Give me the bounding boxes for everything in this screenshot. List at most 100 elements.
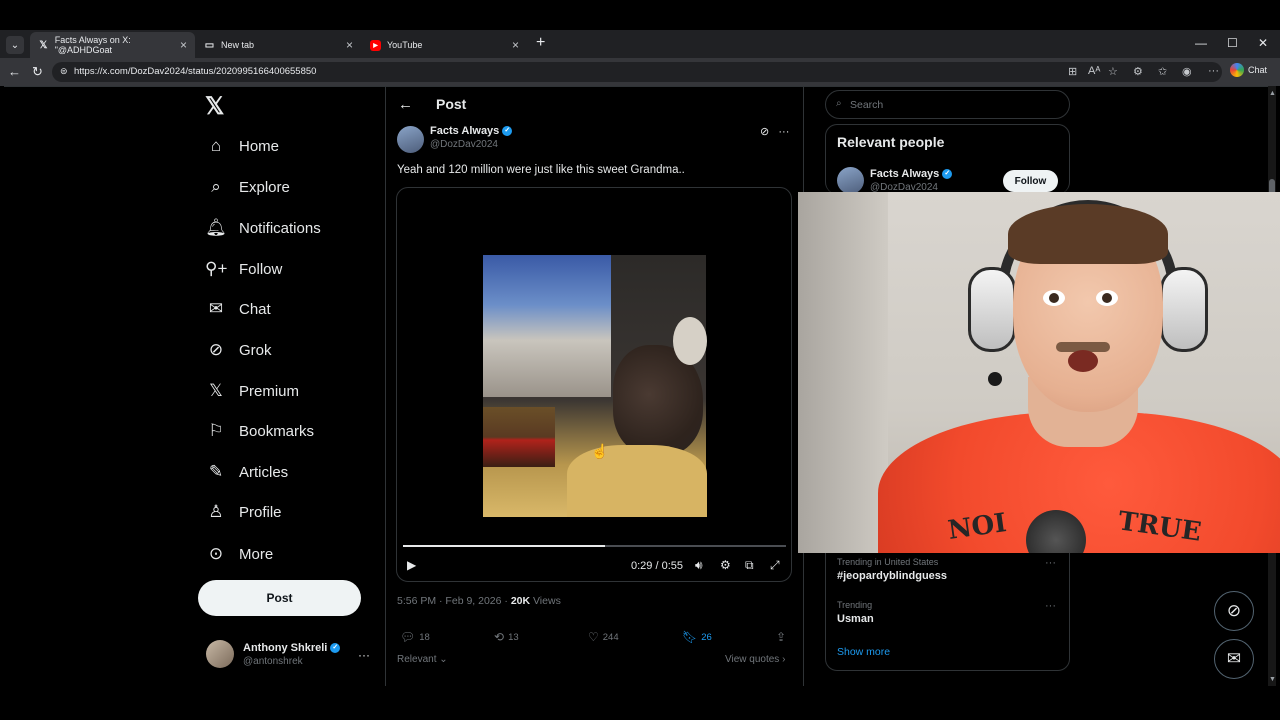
reply-button[interactable]: 💬︎ 18 <box>400 630 430 644</box>
person-name-row[interactable]: Facts Always ✓ <box>870 168 953 180</box>
repost-count: 13 <box>508 631 519 643</box>
close-tab-icon[interactable]: × <box>346 38 353 52</box>
app-available-icon[interactable]: ⊞ <box>1068 65 1077 78</box>
nav-item-bookmarks[interactable]: ⚐ Bookmarks <box>205 417 314 445</box>
trend-topic[interactable]: Usman <box>837 613 874 625</box>
maximize-button[interactable]: ☐ <box>1227 36 1238 50</box>
video-progress-fill <box>403 545 605 547</box>
share-icon: ⇪ <box>776 630 787 644</box>
like-button[interactable]: ♡ 244 <box>588 630 619 644</box>
video-progress-bar[interactable] <box>403 545 786 547</box>
trend-more-icon[interactable]: ··· <box>1045 600 1056 612</box>
back-arrow-icon[interactable]: ← <box>398 96 413 113</box>
post-button[interactable]: Post <box>198 580 361 616</box>
profile-avatar-icon[interactable]: ◉ <box>1182 65 1192 78</box>
author-name-row[interactable]: Facts Always ✓ <box>430 125 513 137</box>
nav-item-grok[interactable]: ⊘ Grok <box>205 336 272 364</box>
chevron-down-icon: ⌄ <box>439 654 448 665</box>
webcam-right-eye <box>1096 290 1118 306</box>
share-button[interactable]: ⇪ <box>776 630 786 644</box>
reply-count: 18 <box>419 631 430 643</box>
address-bar[interactable]: ⊜ https://x.com/DozDav2024/status/202099… <box>52 62 1222 82</box>
scroll-up-arrow[interactable]: ▲ <box>1269 90 1276 97</box>
author-avatar[interactable] <box>397 126 424 153</box>
verified-badge-icon: ✓ <box>502 126 513 137</box>
extensions-icon[interactable]: ⚙ <box>1133 65 1143 78</box>
read-aloud-icon[interactable]: Aᴬ <box>1088 65 1100 77</box>
grok-icon[interactable]: ⊘ <box>760 126 769 138</box>
settings-gear-icon[interactable]: ⚙ <box>720 558 731 572</box>
more-options-icon[interactable]: ··· <box>778 126 789 138</box>
person-avatar[interactable] <box>837 167 864 194</box>
nav-item-home[interactable]: ⌂ Home <box>205 132 279 160</box>
nav-label: Notifications <box>239 219 321 237</box>
tab-facts-always[interactable]: 𝕏 Facts Always on X: "@ADHDGoat × <box>30 32 195 58</box>
post-header-actions: ⊘ ··· <box>760 125 789 138</box>
account-switcher[interactable]: Anthony Shkreli ✓ @antonshrek <box>206 640 341 668</box>
trend-more-icon[interactable]: ··· <box>1045 557 1056 569</box>
close-window-button[interactable]: ✕ <box>1258 36 1268 50</box>
close-tab-icon[interactable]: × <box>512 38 519 52</box>
search-input[interactable]: ⌕ Search <box>825 90 1070 119</box>
minimize-button[interactable]: — <box>1195 36 1207 50</box>
nav-label: Profile <box>239 503 282 521</box>
grok-floating-button[interactable]: ⊘ <box>1214 591 1254 631</box>
new-tab-button[interactable]: + <box>536 34 545 52</box>
nav-label: Grok <box>239 341 272 359</box>
tab-youtube[interactable]: ▶ YouTube × <box>362 32 527 58</box>
favorite-star-icon[interactable]: ☆ <box>1108 65 1118 78</box>
volume-icon[interactable]: 🔊︎ <box>695 558 703 573</box>
bookmark-count: 26 <box>701 631 712 643</box>
author-handle[interactable]: @DozDav2024 <box>430 139 498 150</box>
video-frame[interactable]: ☝ <box>483 255 707 517</box>
nav-item-follow[interactable]: ⚲+ Follow <box>205 255 282 283</box>
favorites-icon[interactable]: ✩ <box>1158 65 1167 78</box>
tab-list-dropdown[interactable]: ⌄ <box>6 36 24 54</box>
show-more-link[interactable]: Show more <box>837 646 890 658</box>
nav-item-more[interactable]: ⊙ More <box>205 540 273 568</box>
scroll-down-arrow[interactable]: ▼ <box>1269 676 1276 683</box>
youtube-icon: ▶ <box>370 39 381 51</box>
pip-icon[interactable]: ⧉ <box>745 558 754 573</box>
reply-sort-dropdown[interactable]: Relevant ⌄ <box>397 654 448 665</box>
nav-label: Articles <box>239 463 289 481</box>
reload-button[interactable]: ↻ <box>32 64 43 80</box>
account-more-icon[interactable]: ··· <box>358 648 370 662</box>
relevant-people-title: Relevant people <box>837 134 945 150</box>
messages-floating-button[interactable]: ✉ <box>1214 639 1254 679</box>
back-button[interactable]: ← <box>8 64 21 79</box>
copilot-chat-button[interactable]: Chat <box>1230 63 1267 77</box>
repost-button[interactable]: ⟲ 13 <box>494 630 519 644</box>
nav-item-notifications[interactable]: 🔔︎ Notifications <box>205 214 321 242</box>
nav-item-profile[interactable]: ♙ Profile <box>205 498 282 526</box>
fullscreen-icon[interactable]: ⤢ <box>770 558 780 573</box>
nav-item-explore[interactable]: ⌕ Explore <box>205 173 290 201</box>
follow-button[interactable]: Follow <box>1003 170 1058 192</box>
webcam-left-eye <box>1043 290 1065 306</box>
close-tab-icon[interactable]: × <box>180 38 187 52</box>
nav-item-chat[interactable]: ✉ Chat <box>205 295 271 323</box>
tab-title: New tab <box>221 40 255 50</box>
nav-item-articles[interactable]: ✎ Articles <box>205 458 288 486</box>
webcam-mouth <box>1068 350 1098 372</box>
tab-new-tab[interactable]: ▭ New tab × <box>196 32 361 58</box>
view-quotes-link[interactable]: View quotes › <box>725 654 785 665</box>
search-icon: ⌕ <box>836 98 842 109</box>
search-placeholder: Search <box>850 99 884 111</box>
nav-label: Premium <box>239 382 300 400</box>
video-player[interactable]: ☝ ▶ 0:29 / 0:55 🔊︎ ⚙ ⧉ ⤢ <box>396 187 792 582</box>
follow-icon: ⚲+ <box>205 259 228 278</box>
account-handle: @antonshrek <box>243 655 303 667</box>
bookmark-button[interactable]: 🔖︎ 26 <box>682 630 712 644</box>
nav-item-premium[interactable]: 𝕏 Premium <box>205 377 299 405</box>
play-icon[interactable]: ▶ <box>407 558 416 572</box>
x-logo-icon[interactable]: 𝕏 <box>205 92 224 121</box>
site-info-icon[interactable]: ⊜ <box>60 66 68 77</box>
menu-more-icon[interactable]: ··· <box>1208 65 1219 77</box>
home-icon: ⌂ <box>210 136 222 155</box>
url-text: https://x.com/DozDav2024/status/20209951… <box>74 66 317 77</box>
view-quotes-label: View quotes <box>725 654 780 665</box>
chat-label: Chat <box>1248 65 1268 75</box>
trend-meta: Trending in United States <box>837 557 939 567</box>
trend-topic[interactable]: #jeopardyblindguess <box>837 570 947 582</box>
